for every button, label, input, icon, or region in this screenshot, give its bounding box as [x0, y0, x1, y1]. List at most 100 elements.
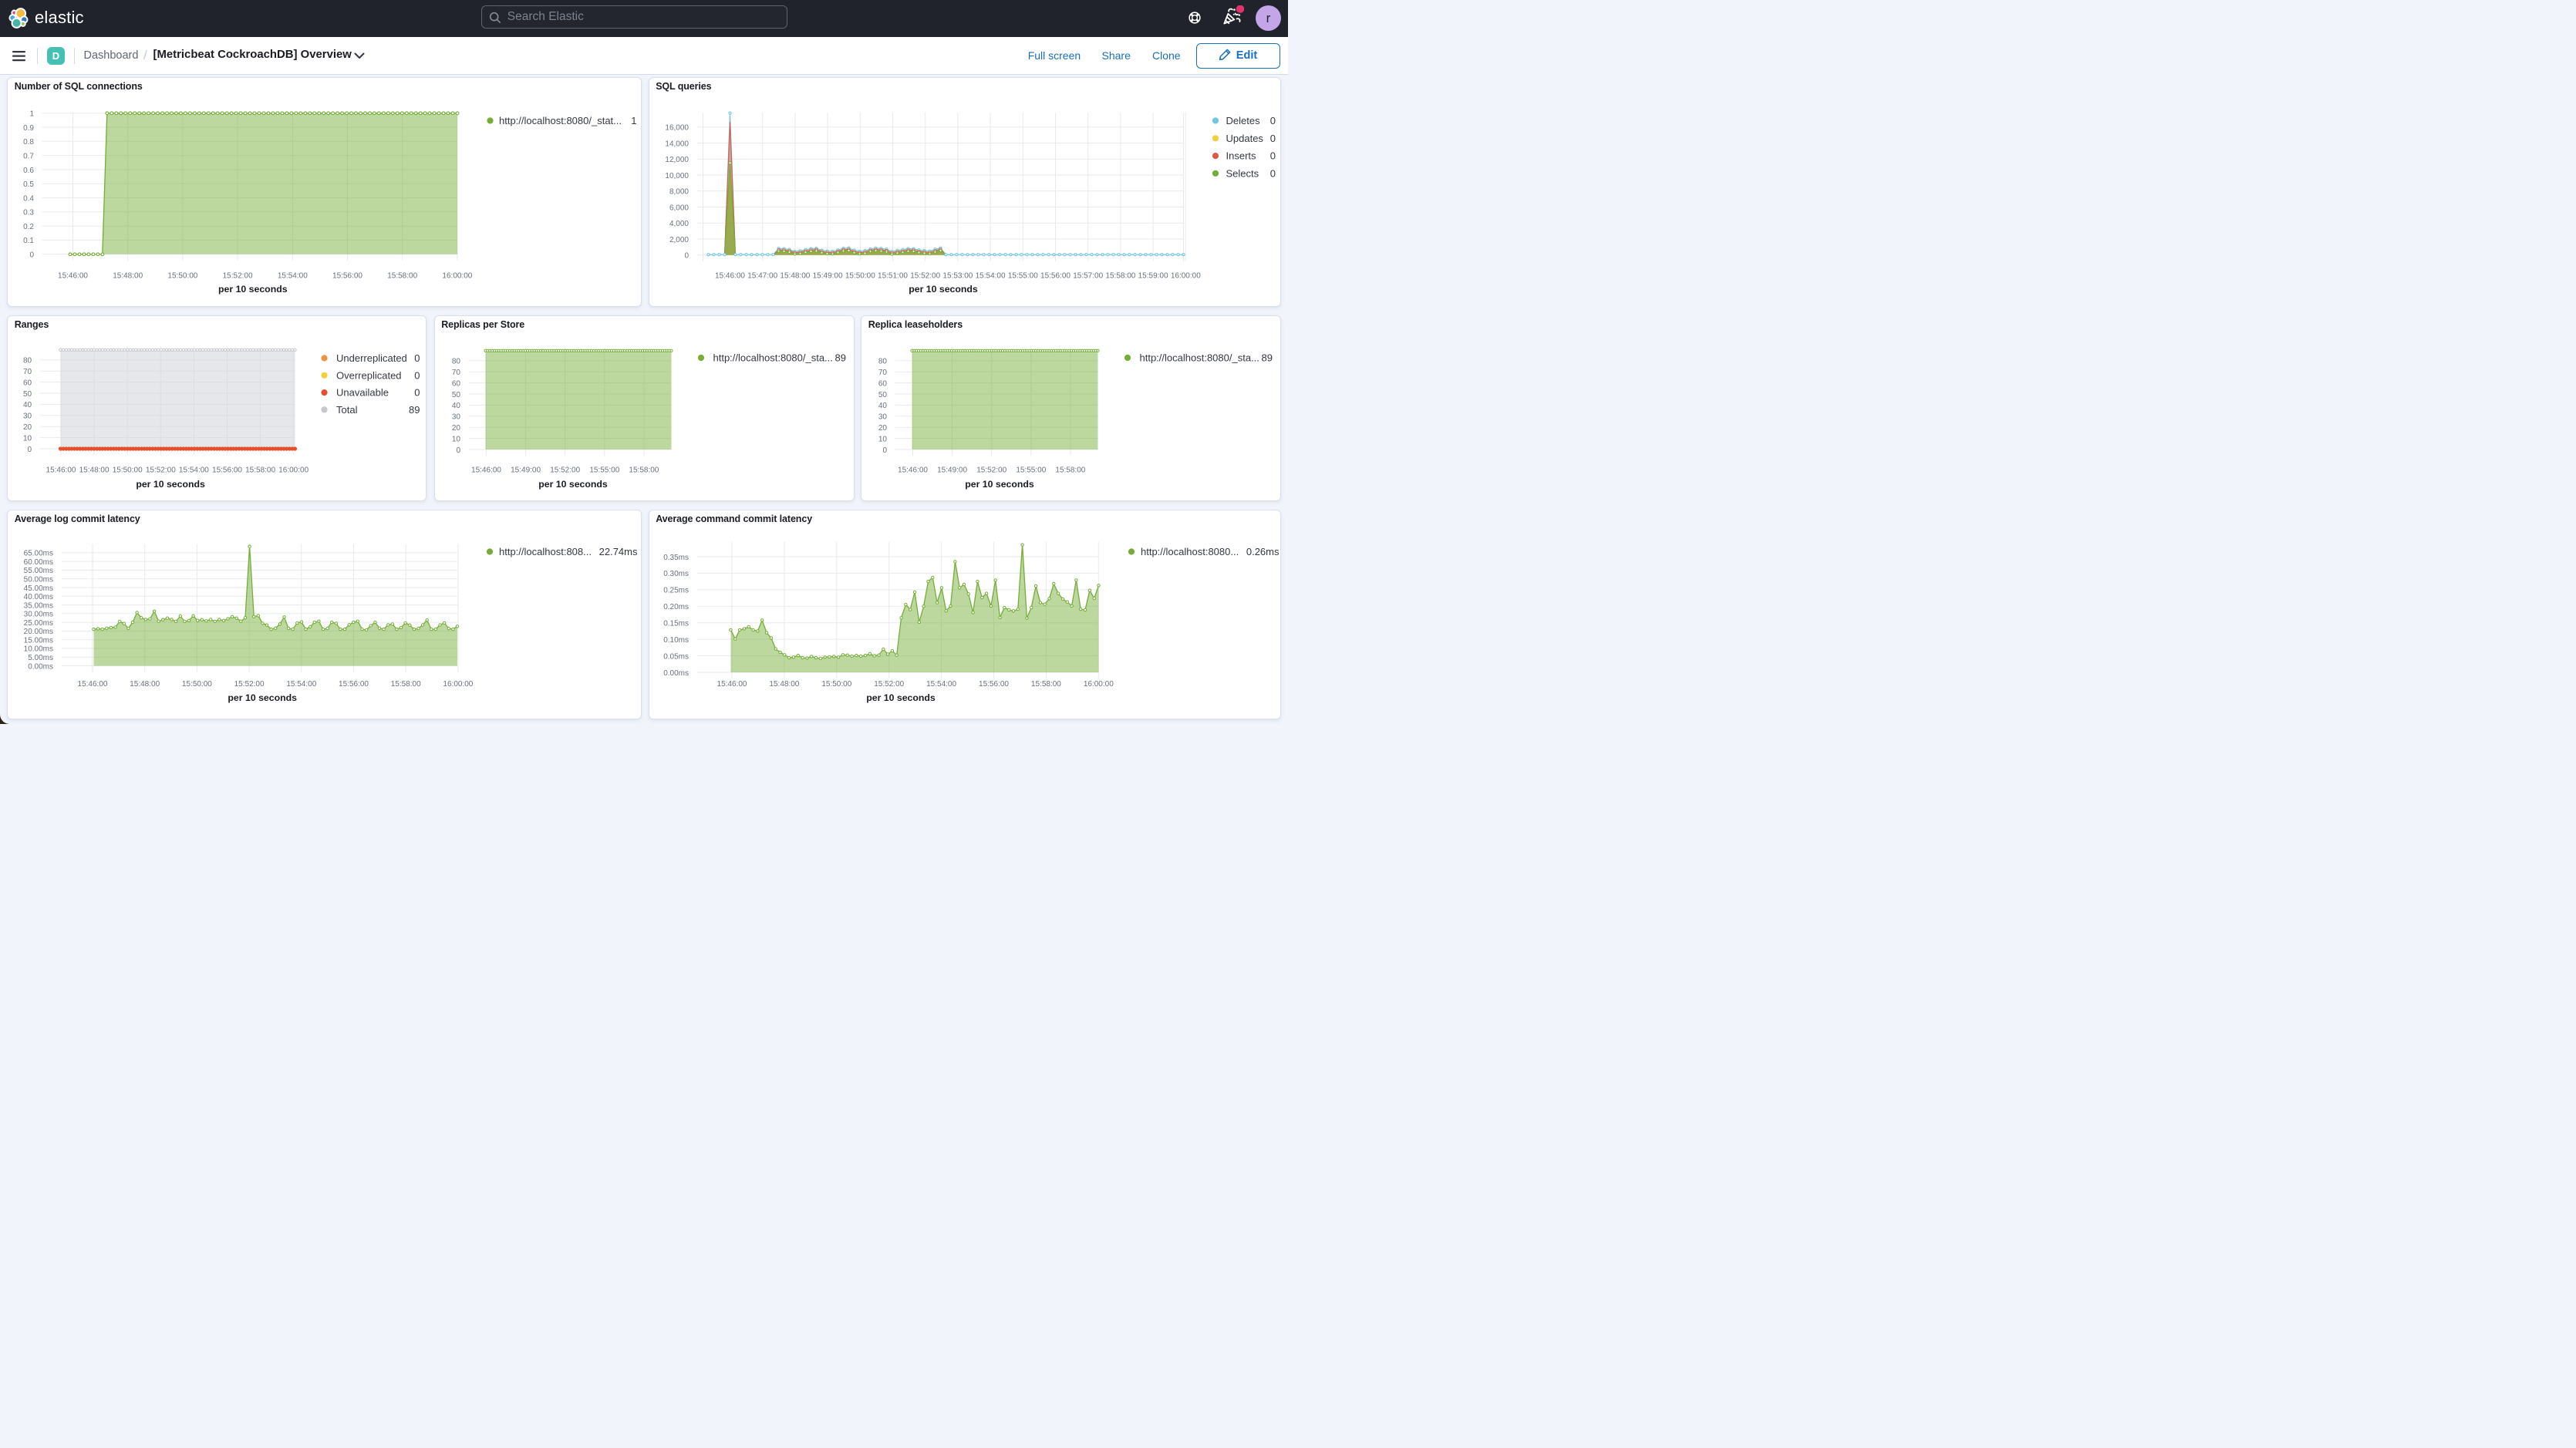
svg-text:15:58:00: 15:58:00 — [629, 466, 659, 474]
svg-text:0.9: 0.9 — [23, 124, 34, 133]
svg-text:0.25ms: 0.25ms — [663, 586, 689, 594]
svg-text:15:53:00: 15:53:00 — [942, 272, 973, 281]
svg-text:16:00:00: 16:00:00 — [443, 680, 473, 689]
svg-text:16:00:00: 16:00:00 — [278, 466, 309, 474]
svg-text:10: 10 — [451, 435, 460, 443]
svg-text:15:46:00: 15:46:00 — [78, 680, 108, 689]
svg-text:15:46:00: 15:46:00 — [58, 272, 88, 281]
svg-text:50: 50 — [878, 390, 888, 399]
svg-text:0.5: 0.5 — [23, 180, 34, 189]
svg-text:15:49:00: 15:49:00 — [812, 272, 842, 281]
svg-text:15:49:00: 15:49:00 — [937, 466, 967, 474]
svg-text:15:56:00: 15:56:00 — [1040, 272, 1071, 281]
svg-text:0: 0 — [1269, 150, 1275, 162]
svg-text:15:58:00: 15:58:00 — [245, 466, 275, 474]
svg-text:10: 10 — [23, 434, 32, 443]
svg-text:80: 80 — [23, 356, 32, 365]
svg-text:0.20ms: 0.20ms — [663, 603, 689, 611]
svg-text:60.00ms: 60.00ms — [24, 557, 53, 566]
svg-text:55.00ms: 55.00ms — [24, 567, 53, 575]
svg-text:0: 0 — [882, 446, 887, 454]
svg-text:0.10ms: 0.10ms — [663, 635, 689, 644]
svg-text:0.2: 0.2 — [23, 223, 34, 231]
svg-text:14,000: 14,000 — [665, 140, 689, 148]
svg-text:15:54:00: 15:54:00 — [286, 680, 316, 689]
svg-text:50: 50 — [451, 390, 460, 399]
svg-text:70: 70 — [23, 368, 32, 376]
svg-text:80: 80 — [451, 357, 460, 365]
svg-text:http://localhost:8080/_sta...: http://localhost:8080/_sta... — [1140, 352, 1259, 363]
svg-text:4,000: 4,000 — [669, 220, 688, 228]
svg-text:15:46:00: 15:46:00 — [715, 272, 745, 281]
svg-text:15:48:00: 15:48:00 — [769, 680, 799, 689]
svg-text:50: 50 — [23, 389, 32, 398]
svg-text:15:57:00: 15:57:00 — [1073, 272, 1103, 281]
svg-text:Inserts: Inserts — [1226, 150, 1256, 162]
svg-text:Overreplicated: Overreplicated — [336, 369, 402, 381]
svg-text:15:52:00: 15:52:00 — [223, 272, 253, 281]
svg-text:15:47:00: 15:47:00 — [747, 272, 777, 281]
svg-text:15:58:00: 15:58:00 — [391, 680, 421, 689]
svg-text:15:48:00: 15:48:00 — [113, 272, 143, 281]
svg-text:0.7: 0.7 — [23, 153, 34, 161]
svg-text:15.00ms: 15.00ms — [24, 636, 53, 645]
svg-text:70: 70 — [451, 369, 460, 377]
svg-text:per 10 seconds: per 10 seconds — [218, 284, 288, 295]
svg-text:0.30ms: 0.30ms — [663, 570, 689, 578]
svg-text:0.4: 0.4 — [23, 194, 34, 203]
svg-text:15:46:00: 15:46:00 — [46, 466, 76, 474]
svg-text:15:50:00: 15:50:00 — [113, 466, 143, 474]
svg-text:10: 10 — [878, 435, 888, 443]
svg-text:25.00ms: 25.00ms — [24, 618, 53, 627]
svg-text:http://localhost:8080/_sta...: http://localhost:8080/_sta... — [713, 352, 832, 363]
svg-text:per 10 seconds: per 10 seconds — [136, 479, 205, 490]
svg-text:15:56:00: 15:56:00 — [332, 272, 362, 281]
svg-text:15:56:00: 15:56:00 — [339, 680, 369, 689]
svg-text:0: 0 — [414, 386, 420, 398]
svg-text:40: 40 — [878, 402, 888, 410]
svg-text:89: 89 — [409, 404, 420, 416]
svg-text:20.00ms: 20.00ms — [24, 628, 53, 636]
svg-text:0.8: 0.8 — [23, 138, 34, 146]
svg-text:35.00ms: 35.00ms — [24, 601, 53, 610]
svg-text:15:58:00: 15:58:00 — [1055, 466, 1085, 474]
svg-text:http://localhost:808...: http://localhost:808... — [499, 546, 592, 557]
svg-text:15:58:00: 15:58:00 — [1105, 272, 1135, 281]
svg-text:http://localhost:8080...: http://localhost:8080... — [1141, 546, 1239, 557]
svg-text:Unavailable: Unavailable — [336, 386, 389, 398]
svg-text:0.1: 0.1 — [23, 237, 34, 245]
svg-text:per 10 seconds: per 10 seconds — [538, 479, 608, 490]
svg-text:15:52:00: 15:52:00 — [874, 680, 904, 689]
svg-text:15:48:00: 15:48:00 — [780, 272, 810, 281]
svg-text:30: 30 — [451, 413, 460, 421]
svg-text:15:46:00: 15:46:00 — [471, 466, 501, 474]
svg-text:40.00ms: 40.00ms — [24, 593, 53, 601]
svg-text:60: 60 — [451, 379, 460, 388]
svg-text:70: 70 — [878, 369, 888, 377]
svg-text:0: 0 — [414, 352, 420, 364]
svg-text:5.00ms: 5.00ms — [28, 654, 53, 662]
svg-text:80: 80 — [878, 357, 888, 365]
svg-text:20: 20 — [23, 423, 32, 432]
svg-text:0.00ms: 0.00ms — [663, 668, 689, 677]
svg-text:15:48:00: 15:48:00 — [79, 466, 110, 474]
svg-text:15:56:00: 15:56:00 — [979, 680, 1009, 689]
svg-text:0.26ms: 0.26ms — [1246, 546, 1279, 557]
svg-text:16,000: 16,000 — [665, 124, 689, 133]
svg-text:0: 0 — [1269, 133, 1275, 144]
svg-text:0: 0 — [1269, 115, 1275, 126]
svg-text:15:52:00: 15:52:00 — [976, 466, 1006, 474]
svg-text:15:46:00: 15:46:00 — [898, 466, 928, 474]
svg-text:2,000: 2,000 — [669, 236, 688, 244]
svg-text:20: 20 — [451, 424, 460, 433]
svg-text:15:46:00: 15:46:00 — [716, 680, 747, 689]
svg-text:0.15ms: 0.15ms — [663, 619, 689, 628]
svg-text:per 10 seconds: per 10 seconds — [866, 692, 936, 703]
svg-text:15:55:00: 15:55:00 — [1007, 272, 1037, 281]
svg-text:16:00:00: 16:00:00 — [1170, 272, 1200, 281]
svg-text:15:52:00: 15:52:00 — [910, 272, 940, 281]
svg-text:8,000: 8,000 — [669, 188, 688, 197]
svg-text:Total: Total — [336, 404, 358, 416]
svg-text:15:54:00: 15:54:00 — [278, 272, 308, 281]
svg-text:15:58:00: 15:58:00 — [387, 272, 417, 281]
